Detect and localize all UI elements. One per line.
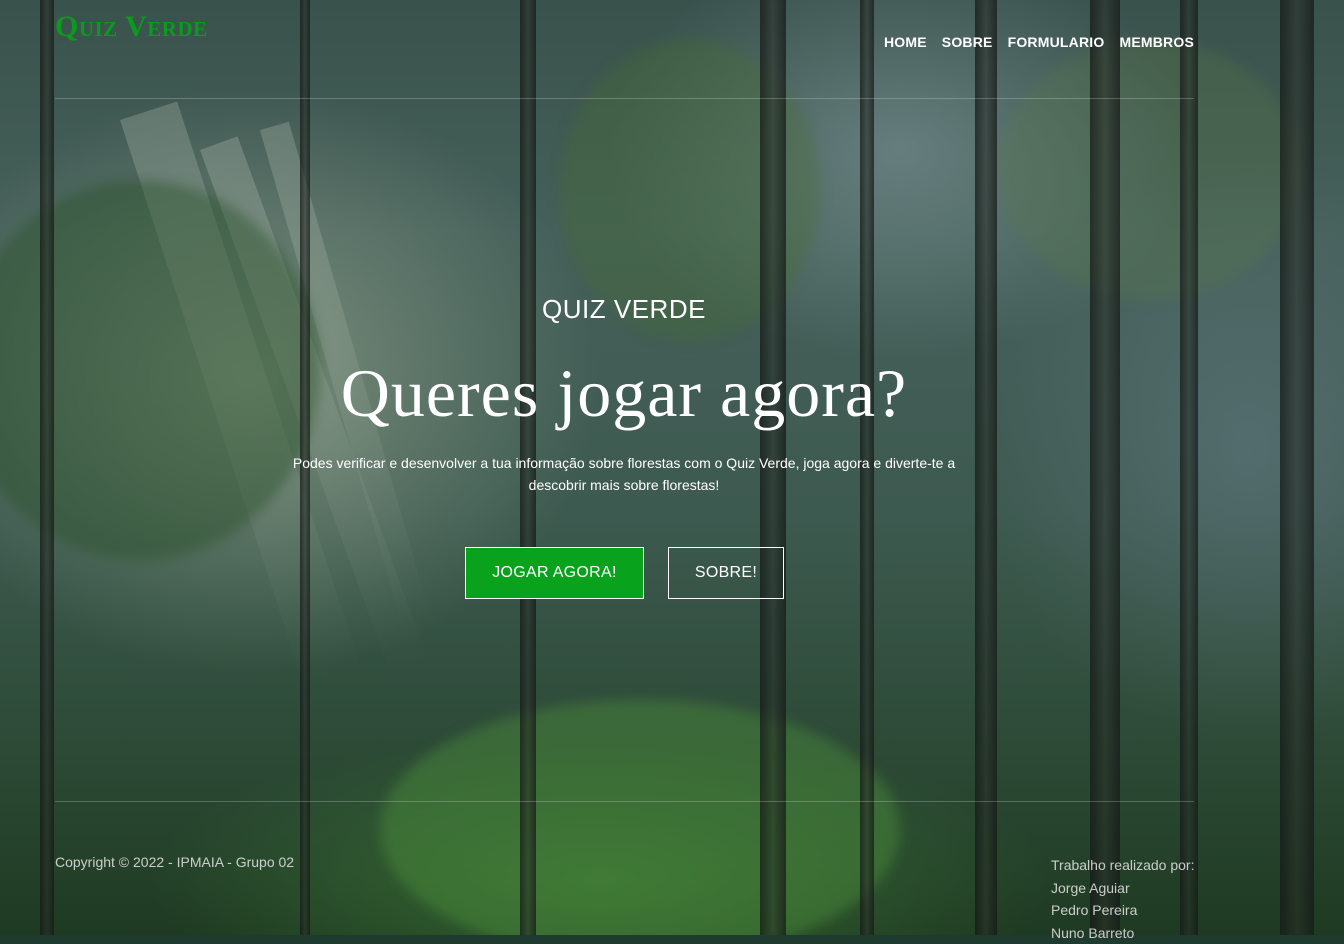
member-name: Jorge Aguiar [1051,877,1194,900]
hero-eyebrow: QUIZ VERDE [0,294,1248,325]
brand-logo[interactable]: Quiz Verde [55,10,208,44]
nav-formulario[interactable]: FORMULARIO [1008,34,1105,50]
hero-headline: Queres jogar agora? [0,354,1248,433]
footer-divider [55,801,1194,802]
copyright-text: Copyright © 2022 - IPMAIA - Grupo 02 [55,854,294,870]
main-nav: HOME SOBRE FORMULARIO MEMBROS [884,34,1194,50]
header-divider [55,98,1194,99]
credits: Trabalho realizado por: Jorge Aguiar Ped… [1051,854,1194,944]
nav-home[interactable]: HOME [884,34,927,50]
member-name: Nuno Barreto [1051,922,1194,944]
hero-description-wrap: Podes verificar e desenvolver a tua info… [0,452,1248,496]
hero-description: Podes verificar e desenvolver a tua info… [284,452,964,496]
about-button[interactable]: SOBRE! [668,547,784,599]
nav-sobre[interactable]: SOBRE [942,34,993,50]
member-name: Pedro Pereira [1051,899,1194,922]
nav-membros[interactable]: MEMBROS [1119,34,1194,50]
credits-label: Trabalho realizado por: [1051,854,1194,877]
play-now-button[interactable]: JOGAR AGORA! [465,547,644,599]
